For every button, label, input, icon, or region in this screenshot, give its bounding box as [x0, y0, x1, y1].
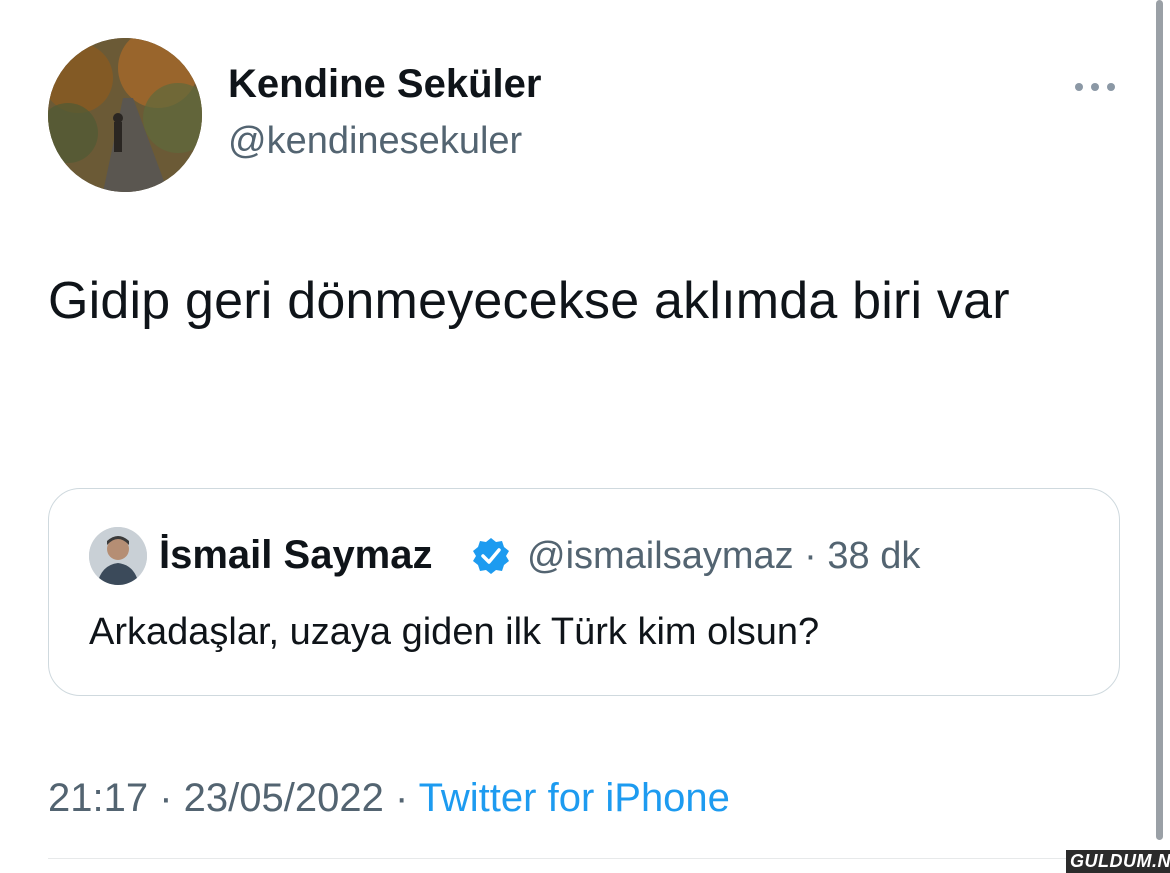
- avatar-photo: [48, 38, 202, 192]
- quoted-avatar-photo: [89, 527, 147, 585]
- tweet-source-link[interactable]: Twitter for iPhone: [419, 776, 730, 820]
- verified-badge-icon: [471, 536, 511, 576]
- quoted-author-name[interactable]: İsmail Saymaz: [159, 533, 433, 578]
- quoted-handle-time[interactable]: @ismailsaymaz · 38 dk: [527, 535, 920, 578]
- tweet-text: Gidip geri dönmeyecekse aklımda biri var: [48, 272, 1010, 330]
- quoted-tweet-text: Arkadaşlar, uzaya giden ilk Türk kim ols…: [89, 611, 820, 653]
- more-icon[interactable]: [1070, 72, 1120, 102]
- divider: [48, 858, 1120, 859]
- quoted-tweet-card[interactable]: İsmail Saymaz @ismailsaymaz · 38 dk Arka…: [48, 488, 1120, 696]
- author-handle[interactable]: @kendinesekuler: [228, 120, 522, 163]
- scrollbar[interactable]: [1156, 0, 1163, 840]
- author-avatar[interactable]: [48, 38, 202, 192]
- author-name[interactable]: Kendine Seküler: [228, 62, 541, 107]
- tweet-meta: 21:17 · 23/05/2022 · Twitter for iPhone: [48, 776, 730, 821]
- tweet-timestamp[interactable]: 21:17 · 23/05/2022 ·: [48, 776, 419, 820]
- watermark-logo: GULDUM.NET: [1066, 850, 1170, 873]
- quoted-author-avatar[interactable]: [89, 527, 147, 585]
